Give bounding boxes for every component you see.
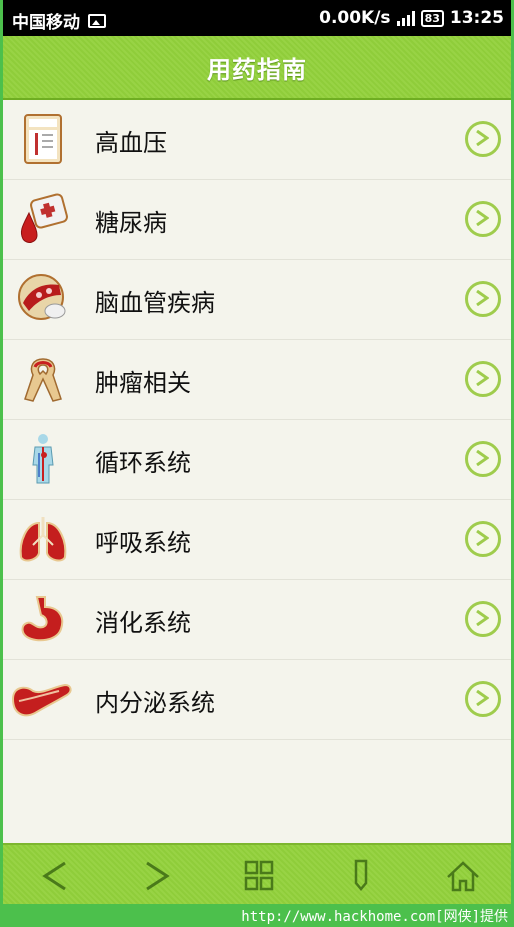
list-item-label: 高血压: [95, 129, 167, 157]
watermark-strip: http://www.hackhome.com[网侠]提供: [0, 904, 514, 927]
chevron-right-icon[interactable]: [465, 681, 501, 717]
list-item-label: 呼吸系统: [95, 529, 191, 557]
list-item-endocrine[interactable]: 内分泌系统: [3, 660, 511, 740]
category-list: 高血压 糖尿病 脑血管疾病 肿瘤相关 循环系统 呼吸系统 消化系统 内分泌系统: [3, 100, 511, 740]
bookmark-icon[interactable]: [341, 857, 381, 895]
network-speed: 0.00K/s: [319, 8, 391, 28]
list-item-tumor[interactable]: 肿瘤相关: [3, 340, 511, 420]
blood-vessel-icon: [18, 274, 66, 320]
title-bar: 用药指南: [3, 36, 511, 100]
list-item-respiratory[interactable]: 呼吸系统: [3, 500, 511, 580]
watermark-text: http://www.hackhome.com[网侠]提供: [241, 909, 508, 925]
awareness-ribbon-icon: [24, 358, 62, 402]
chevron-right-icon[interactable]: [465, 601, 501, 637]
grid-menu-icon[interactable]: [239, 857, 279, 895]
list-item-label: 循环系统: [95, 449, 191, 477]
back-icon[interactable]: [35, 857, 75, 895]
signal-icon: [396, 10, 415, 26]
list-item-hypertension[interactable]: 高血压: [3, 100, 511, 180]
picture-notification-icon: [88, 13, 106, 28]
home-icon[interactable]: [443, 857, 483, 895]
list-item-circulatory[interactable]: 循环系统: [3, 420, 511, 500]
list-item-label: 肿瘤相关: [95, 369, 191, 397]
stomach-icon: [21, 596, 64, 642]
chevron-right-icon[interactable]: [465, 121, 501, 157]
list-item-label: 脑血管疾病: [95, 289, 215, 317]
list-item-label: 消化系统: [95, 609, 191, 637]
chevron-right-icon[interactable]: [465, 201, 501, 237]
chevron-right-icon[interactable]: [465, 361, 501, 397]
app-screen: 中国移动 0.00K/s 83 13:25 用药指南 高血压 糖尿病 脑血管疾病…: [3, 0, 511, 904]
chevron-right-icon[interactable]: [465, 441, 501, 477]
chevron-right-icon[interactable]: [465, 281, 501, 317]
list-item-cerebrovascular[interactable]: 脑血管疾病: [3, 260, 511, 340]
page-title: 用药指南: [207, 56, 307, 84]
pancreas-icon: [11, 683, 72, 717]
list-item-diabetes[interactable]: 糖尿病: [3, 180, 511, 260]
list-item-label: 内分泌系统: [95, 689, 215, 717]
clock: 13:25: [449, 8, 504, 28]
list-item-label: 糖尿病: [95, 209, 167, 237]
device-frame: 中国移动 0.00K/s 83 13:25 用药指南 高血压 糖尿病 脑血管疾病…: [0, 0, 514, 927]
status-bar: 中国移动 0.00K/s 83 13:25: [3, 0, 511, 36]
forward-icon[interactable]: [137, 857, 177, 895]
battery-icon: 83: [420, 9, 444, 27]
circulatory-body-icon: [32, 434, 54, 484]
carrier-name: 中国移动: [12, 13, 80, 33]
blood-pressure-chart-icon: [24, 114, 62, 164]
list-item-digestive[interactable]: 消化系统: [3, 580, 511, 660]
lungs-icon: [19, 517, 67, 562]
blood-drop-glucose-icon: [20, 193, 68, 243]
bottom-toolbar: [3, 843, 511, 904]
chevron-right-icon[interactable]: [465, 521, 501, 557]
